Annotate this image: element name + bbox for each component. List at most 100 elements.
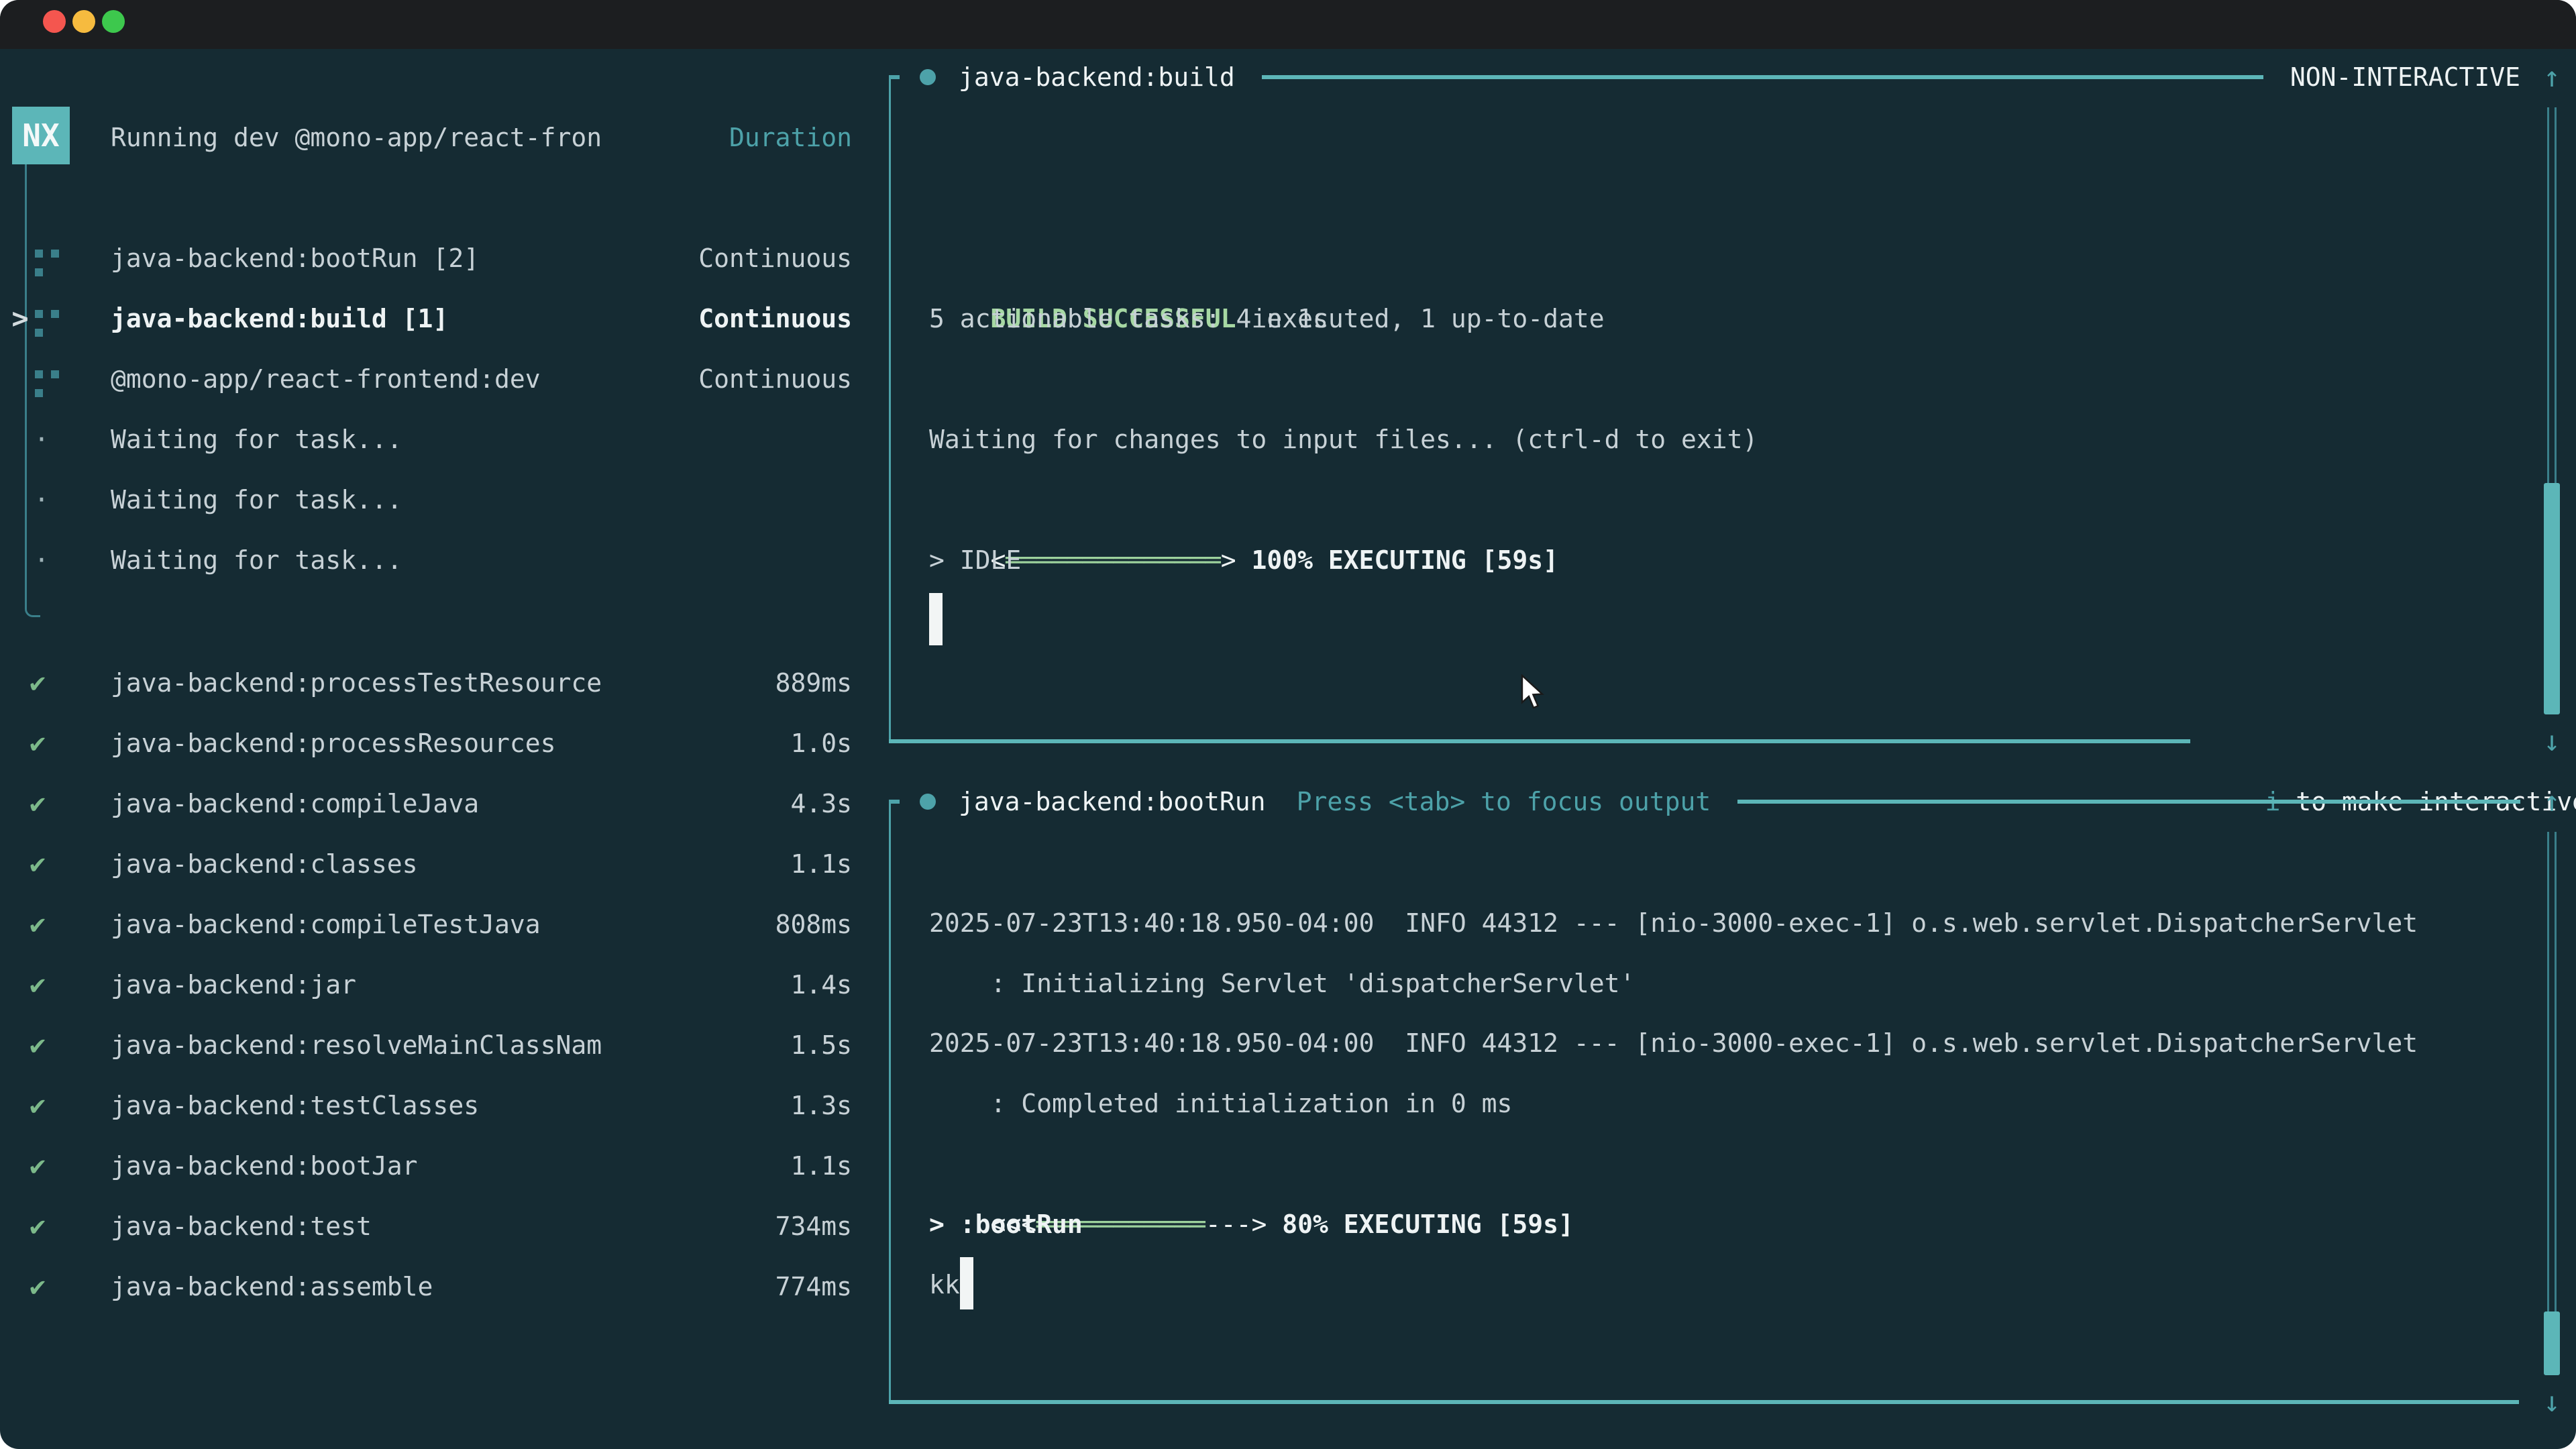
build-panel-header[interactable]: java-backend:build NON-INTERACTIVE	[889, 47, 2520, 107]
sidebar-header: Running dev @mono-app/react-fron Duratio…	[111, 107, 852, 168]
task-row-waiting[interactable]: Waiting for task...	[111, 470, 852, 530]
task-name: java-backend:classes	[111, 834, 418, 894]
make-interactive-hint: i to make interactive	[2204, 711, 2519, 771]
waiting-bullet-icon: ·	[34, 530, 50, 590]
task-name: java-backend:bootRun [2]	[111, 228, 479, 288]
task-name: @mono-app/react-frontend:dev	[111, 349, 541, 409]
spinner-icon	[35, 370, 43, 378]
task-name: java-backend:compileTestJava	[111, 894, 541, 955]
waiting-bullet-icon: ·	[34, 470, 50, 530]
task-duration: 1.3s	[790, 1075, 852, 1136]
bootrun-panel-header[interactable]: java-backend:bootRun Press <tab> to focu…	[889, 771, 2520, 832]
task-name: Waiting for task...	[111, 470, 402, 530]
waiting-changes-line: Waiting for changes to input files... (c…	[929, 409, 1758, 470]
zoom-window-button[interactable]	[102, 10, 125, 33]
build-scroll-down-icon[interactable]: ↓	[2533, 711, 2571, 771]
progress-right-cap: >	[1251, 1210, 1282, 1239]
minimize-window-button[interactable]	[72, 10, 95, 33]
task-status-dot-icon	[920, 69, 936, 85]
mouse-cursor-icon	[1519, 674, 1546, 714]
task-row-completed[interactable]: java-backend:processTestResource 889ms	[111, 653, 852, 713]
log-line: 2025-07-23T13:40:18.950-04:00 INFO 44312…	[929, 893, 2418, 953]
bootrun-panel-title: java-backend:bootRun	[959, 787, 1266, 816]
check-icon: ✔	[30, 1136, 63, 1196]
task-duration: 4.3s	[790, 773, 852, 834]
task-status: Continuous	[698, 228, 852, 288]
task-row-completed[interactable]: java-backend:compileTestJava 808ms	[111, 894, 852, 955]
panel-header-line	[1262, 75, 2263, 79]
spinner-icon	[35, 250, 43, 258]
keyboard-hints: quit: q help: ?	[111, 1375, 852, 1436]
task-row-frontend-dev[interactable]: @mono-app/react-frontend:dev Continuous	[111, 349, 852, 409]
task-row-completed[interactable]: java-backend:classes 1.1s	[111, 834, 852, 894]
build-scrollbar-thumb[interactable]	[2544, 483, 2560, 714]
task-name: java-backend:processResources	[111, 713, 555, 773]
task-row-completed[interactable]: java-backend:processResources 1.0s	[111, 713, 852, 773]
check-icon: ✔	[30, 713, 63, 773]
task-duration: 774ms	[775, 1256, 852, 1317]
task-name: java-backend:test	[111, 1196, 372, 1256]
bootrun-scroll-down-icon[interactable]: ↓	[2533, 1372, 2571, 1432]
duration-column-header: Duration	[729, 107, 852, 168]
task-row-completed[interactable]: java-backend:testClasses 1.3s	[111, 1075, 852, 1136]
check-icon: ✔	[30, 653, 63, 713]
task-name: Waiting for task...	[111, 409, 402, 470]
build-scroll-up-icon[interactable]: ↑	[2533, 47, 2571, 107]
task-duration: 889ms	[775, 653, 852, 713]
task-row-waiting[interactable]: Waiting for task...	[111, 409, 852, 470]
task-name: java-backend:compileJava	[111, 773, 479, 834]
log-line: : Initializing Servlet 'dispatcherServle…	[929, 953, 1635, 1014]
task-status: Continuous	[698, 349, 852, 409]
task-status: Continuous	[698, 288, 852, 349]
bootrun-panel-bottom-border	[889, 1400, 2519, 1404]
task-row-completed[interactable]: java-backend:jar 1.4s	[111, 955, 852, 1015]
terminal-cursor	[929, 593, 943, 645]
bootrun-scroll-up-icon[interactable]: ↑	[2533, 771, 2571, 832]
check-icon: ✔	[30, 1075, 63, 1136]
task-duration: 808ms	[775, 894, 852, 955]
task-row-waiting[interactable]: Waiting for task...	[111, 530, 852, 590]
task-name: java-backend:jar	[111, 955, 356, 1015]
non-interactive-label: NON-INTERACTIVE	[2290, 62, 2520, 92]
task-duration: 1.5s	[790, 1015, 852, 1075]
idle-line: > IDLE	[929, 530, 1021, 590]
task-duration: 734ms	[775, 1196, 852, 1256]
build-panel-bottom-border	[889, 739, 2190, 743]
task-row-completed[interactable]: java-backend:compileJava 4.3s	[111, 773, 852, 834]
task-duration: 1.1s	[790, 1136, 852, 1196]
bootrun-scrollbar-track[interactable]	[2547, 832, 2557, 1375]
bootrun-scrollbar-thumb[interactable]	[2544, 1311, 2560, 1375]
task-row-bootrun[interactable]: java-backend:bootRun [2] Continuous	[111, 228, 852, 288]
check-icon: ✔	[30, 1256, 63, 1317]
task-row-completed[interactable]: java-backend:bootJar 1.1s	[111, 1136, 852, 1196]
user-input-text[interactable]: kk	[929, 1254, 960, 1315]
waiting-bullet-icon: ·	[34, 409, 50, 470]
task-row-completed[interactable]: java-backend:resolveMainClassNam 1.5s	[111, 1015, 852, 1075]
terminal-window: NX Running dev @mono-app/react-fron Dura…	[0, 0, 2576, 1449]
nx-logo: NX	[12, 107, 70, 164]
task-name: Waiting for task...	[111, 530, 402, 590]
focus-output-hint: Press <tab> to focus output	[1297, 787, 1711, 816]
close-window-button[interactable]	[43, 10, 66, 33]
sidebar-title: Running dev @mono-app/react-fron	[111, 107, 602, 168]
selected-task-arrow-icon: >	[4, 288, 36, 349]
log-line: 2025-07-23T13:40:18.950-04:00 INFO 44312…	[929, 1013, 2418, 1073]
terminal-cursor	[960, 1257, 973, 1309]
build-progress-line: <══════════════> 100% EXECUTING [59s]	[929, 470, 1558, 530]
task-duration: 1.0s	[790, 713, 852, 773]
actionable-tasks-line: 5 actionable tasks: 4 executed, 1 up-to-…	[929, 288, 1605, 349]
task-status-dot-icon	[920, 794, 936, 810]
progress-right-cap: >	[1221, 545, 1252, 575]
gradle-prompt-line: > :bootRun	[929, 1194, 1083, 1254]
task-duration: 1.1s	[790, 834, 852, 894]
task-row-completed[interactable]: java-backend:assemble 774ms	[111, 1256, 852, 1317]
progress-bar-fill: ══════════════	[1006, 545, 1220, 575]
task-name: java-backend:testClasses	[111, 1075, 479, 1136]
task-row-completed[interactable]: java-backend:test 734ms	[111, 1196, 852, 1256]
task-row-build-selected[interactable]: java-backend:build [1] Continuous	[111, 288, 852, 349]
check-icon: ✔	[30, 894, 63, 955]
task-name: java-backend:resolveMainClassNam	[111, 1015, 602, 1075]
panel-corner-tick	[889, 75, 900, 79]
panel-header-line	[1737, 800, 2520, 804]
build-panel-title: java-backend:build	[959, 62, 1235, 92]
